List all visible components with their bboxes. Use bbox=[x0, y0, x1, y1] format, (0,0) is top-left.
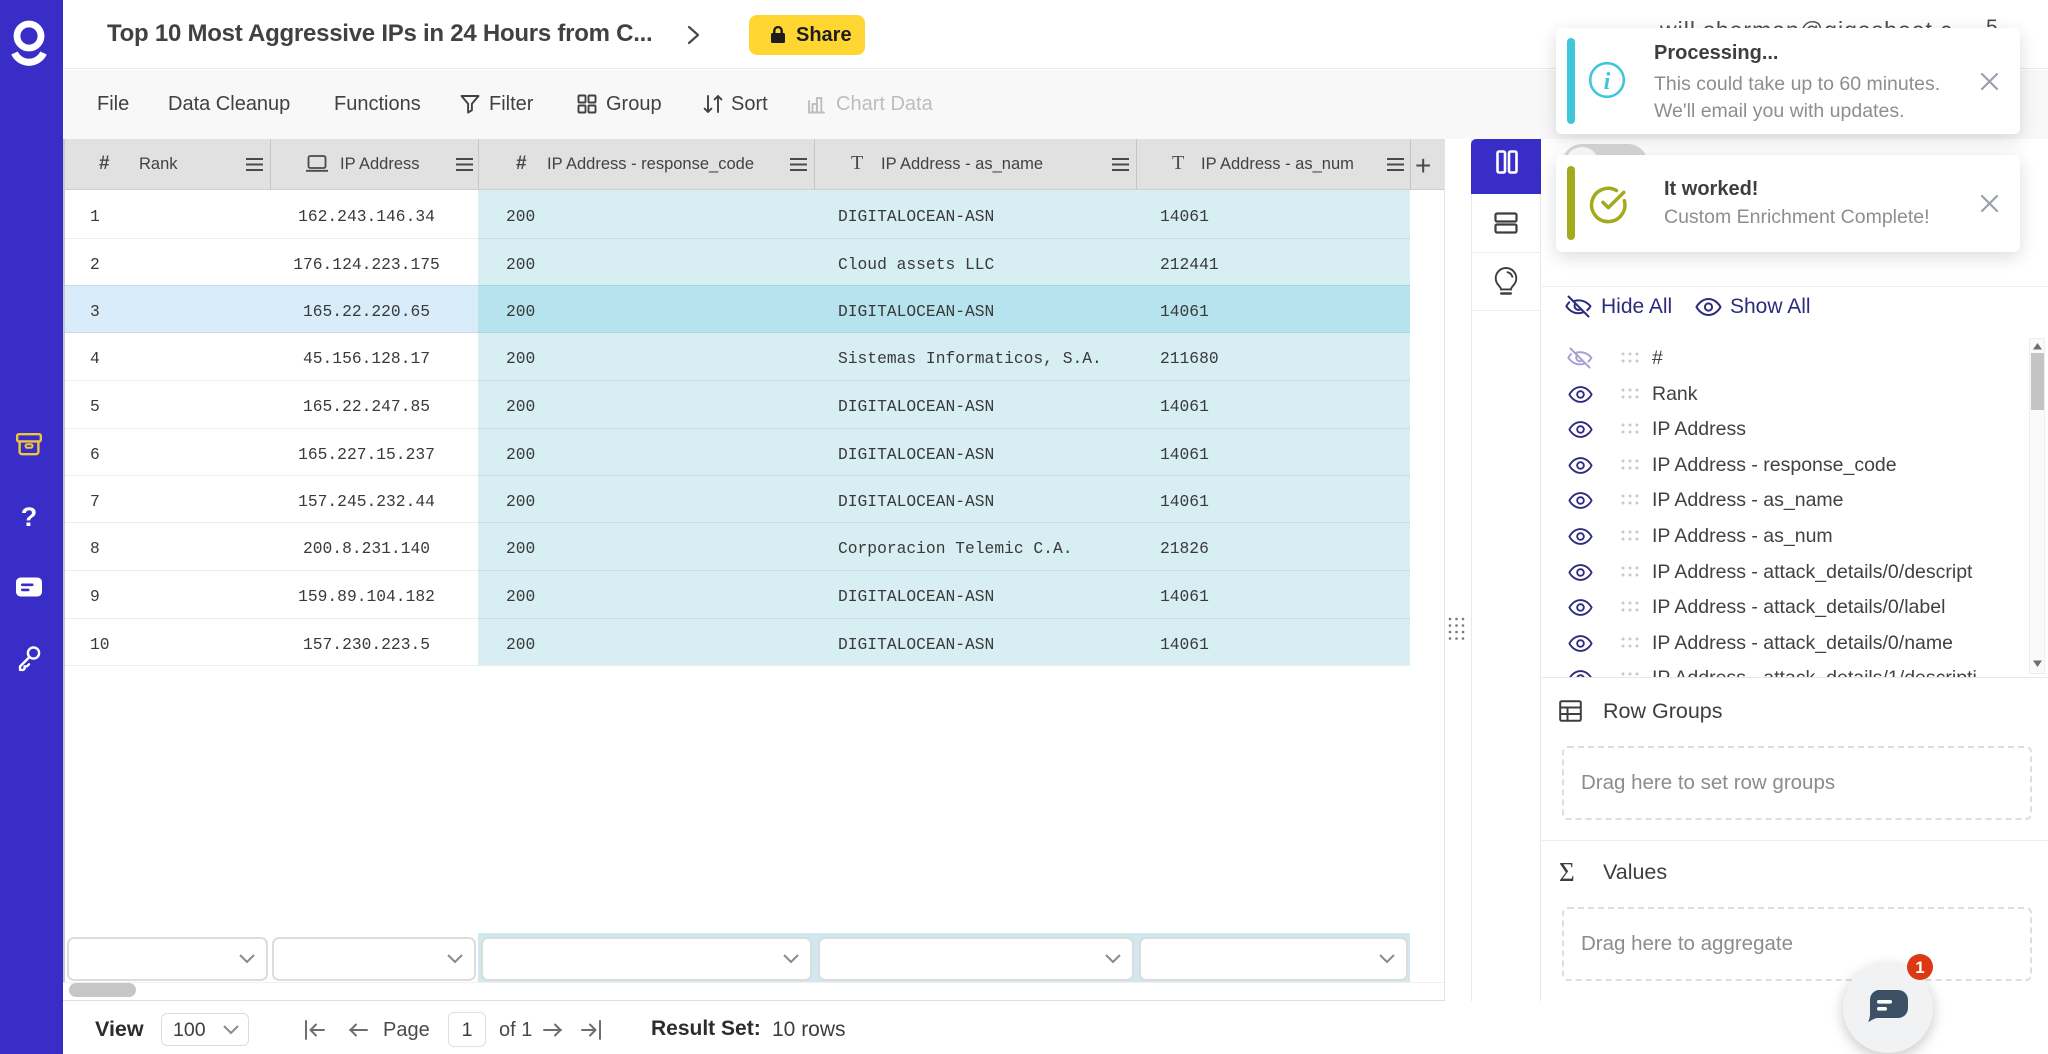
svg-text:i: i bbox=[1604, 69, 1611, 95]
